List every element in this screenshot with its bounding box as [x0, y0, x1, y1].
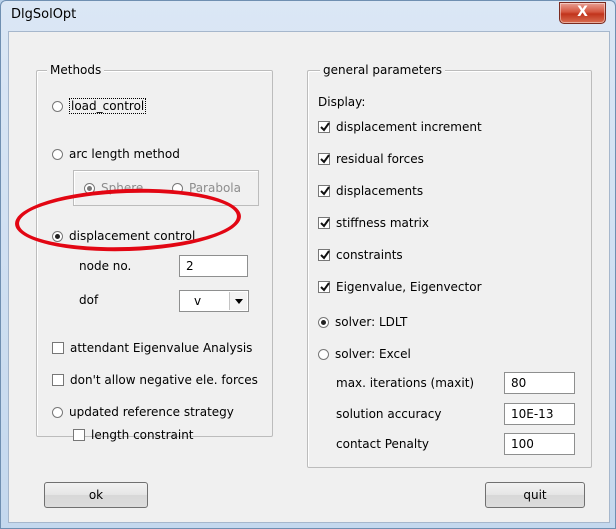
max-iterations-label: max. iterations (maxit)	[336, 376, 475, 390]
radio-icon[interactable]	[52, 406, 63, 418]
radio-label: arc length method	[69, 147, 180, 161]
radio-solver-excel[interactable]: solver: Excel	[318, 347, 411, 361]
radio-label: Parabola	[189, 181, 241, 195]
radio-label: updated reference strategy	[69, 405, 234, 419]
quit-button[interactable]: quit	[485, 482, 585, 508]
radio-icon[interactable]	[172, 182, 183, 194]
checkbox-no-negative-forces[interactable]: don't allow negative ele. forces	[52, 373, 258, 387]
checkbox-icon[interactable]	[73, 429, 85, 441]
radio-label: solver: LDLT	[335, 315, 408, 329]
radio-sphere[interactable]: Sphere	[84, 181, 143, 195]
checkbox-label: Eigenvalue, Eigenvector	[336, 280, 482, 294]
checkbox-display-1[interactable]: residual forces	[318, 152, 424, 166]
close-button[interactable]: X	[559, 2, 606, 24]
checkbox-icon[interactable]	[318, 185, 330, 197]
checkbox-display-2[interactable]: displacements	[318, 184, 423, 198]
radio-icon[interactable]	[52, 230, 63, 242]
checkbox-display-5[interactable]: Eigenvalue, Eigenvector	[318, 280, 482, 294]
chevron-down-icon[interactable]	[229, 292, 247, 310]
radio-label: load_control	[69, 98, 147, 114]
solution-accuracy-label: solution accuracy	[336, 407, 442, 421]
checkbox-display-3[interactable]: stiffness matrix	[318, 216, 429, 230]
dof-value: v	[194, 294, 202, 308]
checkmark-icon	[320, 122, 330, 132]
radio-load-control[interactable]: load_control	[52, 98, 147, 114]
arc-options-group: Sphere Parabola	[73, 170, 259, 206]
checkbox-icon[interactable]	[318, 153, 330, 165]
radio-solver-ldlt[interactable]: solver: LDLT	[318, 315, 407, 329]
checkbox-icon[interactable]	[52, 342, 64, 354]
contact-penalty-input[interactable]: 100	[504, 433, 575, 455]
dialog-window: DlgSolOpt X Methods load_control arc len…	[0, 0, 616, 529]
checkbox-icon[interactable]	[318, 281, 330, 293]
checkbox-icon[interactable]	[318, 217, 330, 229]
checkbox-label: attendant Eigenvalue Analysis	[70, 341, 253, 355]
contact-penalty-label: contact Penalty	[336, 437, 430, 451]
radio-icon[interactable]	[52, 100, 63, 112]
checkmark-icon	[320, 218, 330, 228]
display-label: Display:	[318, 95, 366, 109]
checkbox-label: displacements	[336, 184, 424, 198]
radio-label: solver: Excel	[335, 347, 411, 361]
radio-arc-length[interactable]: arc length method	[52, 147, 180, 161]
radio-updated-reference[interactable]: updated reference strategy	[52, 405, 234, 419]
radio-icon[interactable]	[318, 348, 329, 360]
node-input[interactable]: 2	[179, 255, 248, 277]
radio-icon[interactable]	[318, 316, 329, 328]
checkmark-icon	[320, 186, 330, 196]
radio-displacement-control[interactable]: displacement control	[52, 229, 195, 243]
checkmark-icon	[320, 154, 330, 164]
checkbox-display-4[interactable]: constraints	[318, 248, 403, 262]
max-iterations-input[interactable]: 80	[504, 372, 575, 394]
general-parameters-group: general parameters Display: displacement…	[307, 63, 592, 468]
title-bar[interactable]: DlgSolOpt X	[1, 1, 615, 31]
checkbox-label: constraints	[336, 248, 403, 262]
checkbox-label: stiffness matrix	[336, 216, 429, 230]
node-label: node no.	[79, 259, 132, 273]
checkbox-label: don't allow negative ele. forces	[70, 373, 258, 387]
dof-select[interactable]: v	[179, 290, 249, 312]
checkbox-icon[interactable]	[318, 249, 330, 261]
checkbox-label: residual forces	[336, 152, 424, 166]
radio-parabola[interactable]: Parabola	[172, 181, 241, 195]
checkbox-eigen-analysis[interactable]: attendant Eigenvalue Analysis	[52, 341, 252, 355]
methods-group: Methods load_control arc length method S…	[36, 63, 273, 442]
checkmark-icon	[320, 250, 330, 260]
ok-button[interactable]: ok	[44, 482, 148, 508]
radio-label: Sphere	[101, 181, 144, 195]
window-title: DlgSolOpt	[11, 7, 77, 22]
checkmark-icon	[320, 282, 330, 292]
radio-icon[interactable]	[52, 148, 63, 160]
checkbox-display-0[interactable]: displacement increment	[318, 120, 482, 134]
checkbox-length-constraint[interactable]: length constraint	[73, 428, 194, 442]
checkbox-label: length constraint	[91, 428, 194, 442]
checkbox-icon[interactable]	[52, 374, 64, 386]
methods-legend: Methods	[47, 63, 105, 77]
checkbox-icon[interactable]	[318, 121, 330, 133]
general-legend: general parameters	[320, 63, 446, 77]
dof-label: dof	[79, 293, 99, 307]
radio-icon[interactable]	[84, 182, 95, 194]
checkbox-label: displacement increment	[336, 120, 482, 134]
solution-accuracy-input[interactable]: 10E-13	[504, 403, 575, 425]
dialog-client-area: Methods load_control arc length method S…	[8, 31, 610, 523]
radio-label: displacement control	[69, 229, 196, 243]
